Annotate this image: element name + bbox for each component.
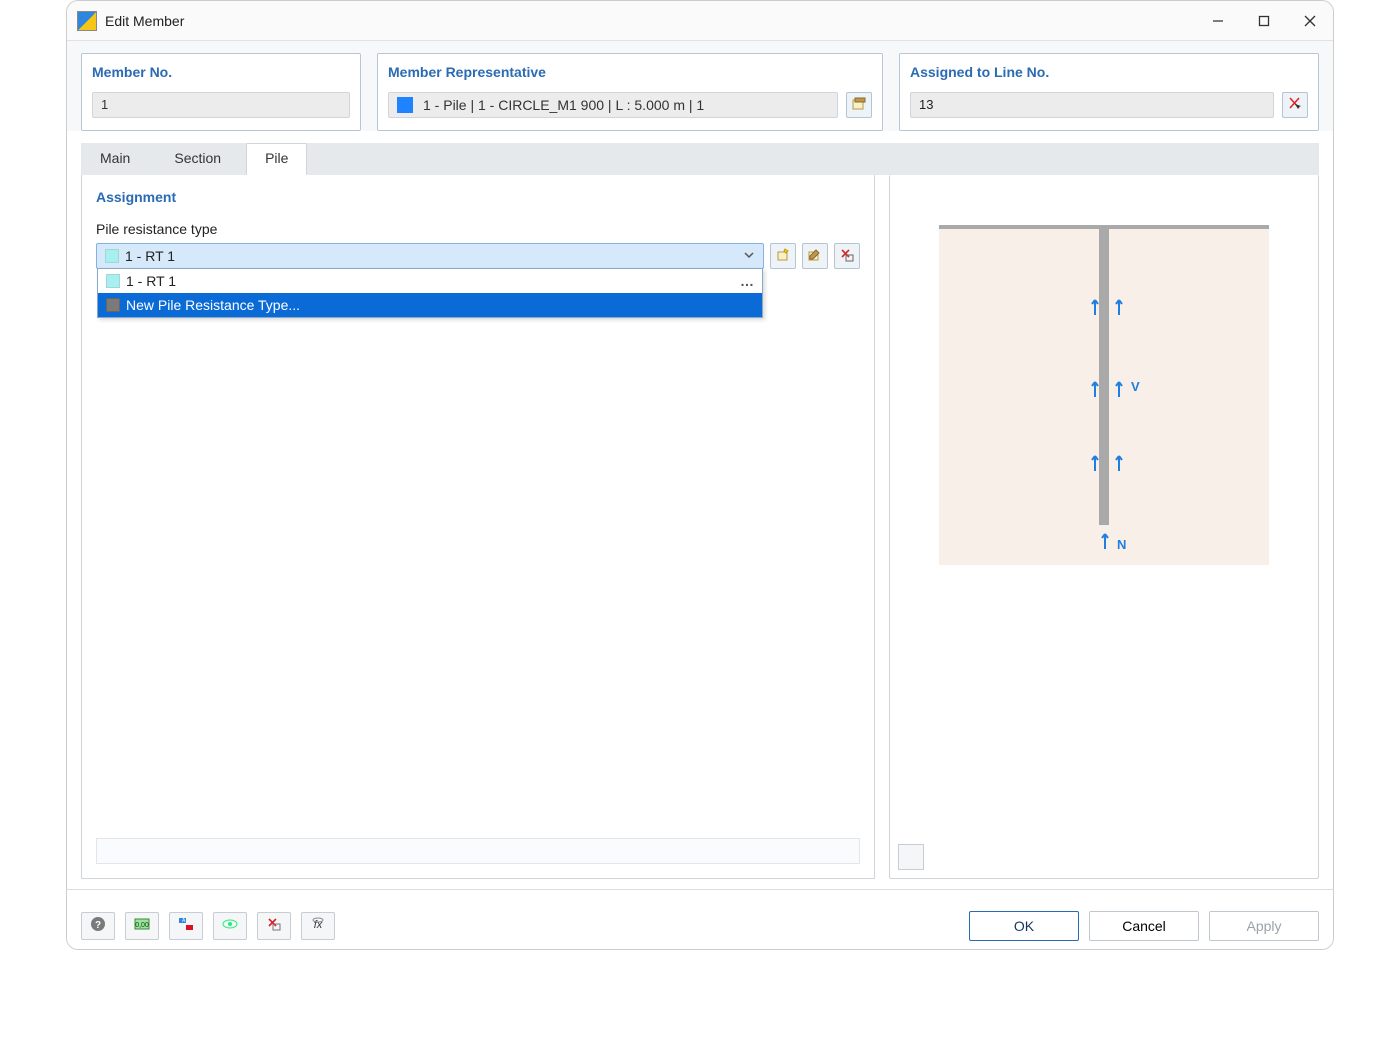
dropdown-item-rt1[interactable]: 1 - RT 1 … [98, 269, 762, 293]
assigned-line-input[interactable]: 13 [910, 92, 1274, 118]
member-no-input[interactable]: 1 [92, 92, 350, 118]
title-bar: Edit Member [67, 1, 1333, 41]
member-representative-row: 1 - Pile | 1 - CIRCLE_M1 900 | L : 5.000… [388, 92, 872, 118]
lang-icon: A [177, 915, 195, 936]
maximize-button[interactable] [1241, 1, 1287, 40]
svg-text:?: ? [95, 920, 101, 931]
member-no-fieldset: Member No. 1 [81, 53, 361, 131]
member-representative-fieldset: Member Representative 1 - Pile | 1 - CIR… [377, 53, 883, 131]
preview-label-v: V [1131, 379, 1140, 394]
new-item-swatch-icon [106, 298, 120, 312]
pile-resistance-type-row: 1 - RT 1 1 - RT 1 … New Pile Resistance … [96, 243, 860, 269]
close-button[interactable] [1287, 1, 1333, 40]
preview-label-n: N [1117, 537, 1126, 552]
tabs-row: Main Section Pile [81, 143, 1319, 175]
rt-swatch-icon [106, 274, 120, 288]
svg-text:fx: fx [314, 919, 323, 931]
units-button[interactable]: 0,00 [125, 912, 159, 940]
assigned-line-fieldset: Assigned to Line No. 13 [899, 53, 1319, 131]
window-controls [1195, 1, 1333, 40]
pick-line-button[interactable] [1282, 92, 1308, 118]
assigned-line-label: Assigned to Line No. [910, 64, 1308, 80]
clear-pick-icon [265, 915, 283, 936]
footer-bar: ? 0,00 A fx OK [67, 889, 1333, 949]
edit-rt-button[interactable] [802, 243, 828, 269]
edit-icon [807, 247, 823, 266]
preview-pane: V N [889, 175, 1319, 879]
expand-preview-button[interactable] [898, 844, 924, 870]
units-icon: 0,00 [133, 915, 151, 936]
cancel-button[interactable]: Cancel [1089, 911, 1199, 941]
ellipsis-icon[interactable]: … [740, 273, 754, 289]
pile-resistance-type-value: 1 - RT 1 [125, 248, 175, 264]
app-icon [77, 11, 97, 31]
member-no-label: Member No. [92, 64, 350, 80]
window-root: Edit Member Member No. 1 Member Represen… [66, 0, 1334, 950]
remove-pick-icon [839, 247, 855, 266]
minimize-button[interactable] [1195, 1, 1241, 40]
tab-main[interactable]: Main [81, 143, 149, 175]
pile-resistance-type-label: Pile resistance type [96, 221, 860, 237]
dropdown-item-label: New Pile Resistance Type... [126, 297, 300, 313]
pile-preview-diagram: V N [939, 225, 1269, 565]
pick-cursor-icon [1287, 96, 1303, 115]
help-button[interactable]: ? [81, 912, 115, 940]
new-rt-button[interactable] [770, 243, 796, 269]
member-representative-value: 1 - Pile | 1 - CIRCLE_M1 900 | L : 5.000… [423, 93, 704, 117]
header-fields-row: Member No. 1 Member Representative 1 - P… [67, 41, 1333, 131]
tab-pile[interactable]: Pile [246, 143, 307, 175]
pad-icon [851, 96, 867, 115]
status-strip [96, 838, 860, 864]
pile-column-icon [1099, 225, 1109, 525]
new-icon [775, 247, 791, 266]
chevron-down-icon [743, 249, 755, 264]
ok-button[interactable]: OK [969, 911, 1079, 941]
apply-button[interactable]: Apply [1209, 911, 1319, 941]
fx-button[interactable]: fx [301, 912, 335, 940]
dropdown-item-new-type[interactable]: New Pile Resistance Type... [98, 293, 762, 317]
tab-section[interactable]: Section [155, 143, 240, 175]
assigned-line-row: 13 [910, 92, 1308, 118]
dropdown-item-label: 1 - RT 1 [126, 273, 176, 289]
open-member-library-button[interactable] [846, 92, 872, 118]
pile-resistance-type-combobox[interactable]: 1 - RT 1 1 - RT 1 … New Pile Resistance … [96, 243, 764, 269]
svg-text:0,00: 0,00 [135, 922, 149, 929]
help-icon: ? [89, 915, 107, 936]
view-button[interactable] [213, 912, 247, 940]
pile-tab-pane: Assignment Pile resistance type 1 - RT 1… [81, 175, 875, 879]
member-representative-display[interactable]: 1 - Pile | 1 - CIRCLE_M1 900 | L : 5.000… [388, 92, 838, 118]
view-icon [221, 915, 239, 936]
clear-pick-button[interactable] [257, 912, 291, 940]
member-representative-label: Member Representative [388, 64, 872, 80]
window-title: Edit Member [105, 13, 1195, 29]
member-color-swatch [397, 97, 413, 113]
rt-swatch-icon [105, 249, 119, 263]
assignment-title: Assignment [96, 189, 860, 205]
pile-resistance-type-dropdown: 1 - RT 1 … New Pile Resistance Type... [97, 268, 763, 318]
remove-rt-button[interactable] [834, 243, 860, 269]
fx-icon: fx [309, 915, 327, 936]
language-button[interactable]: A [169, 912, 203, 940]
body-grid: Assignment Pile resistance type 1 - RT 1… [81, 175, 1319, 879]
